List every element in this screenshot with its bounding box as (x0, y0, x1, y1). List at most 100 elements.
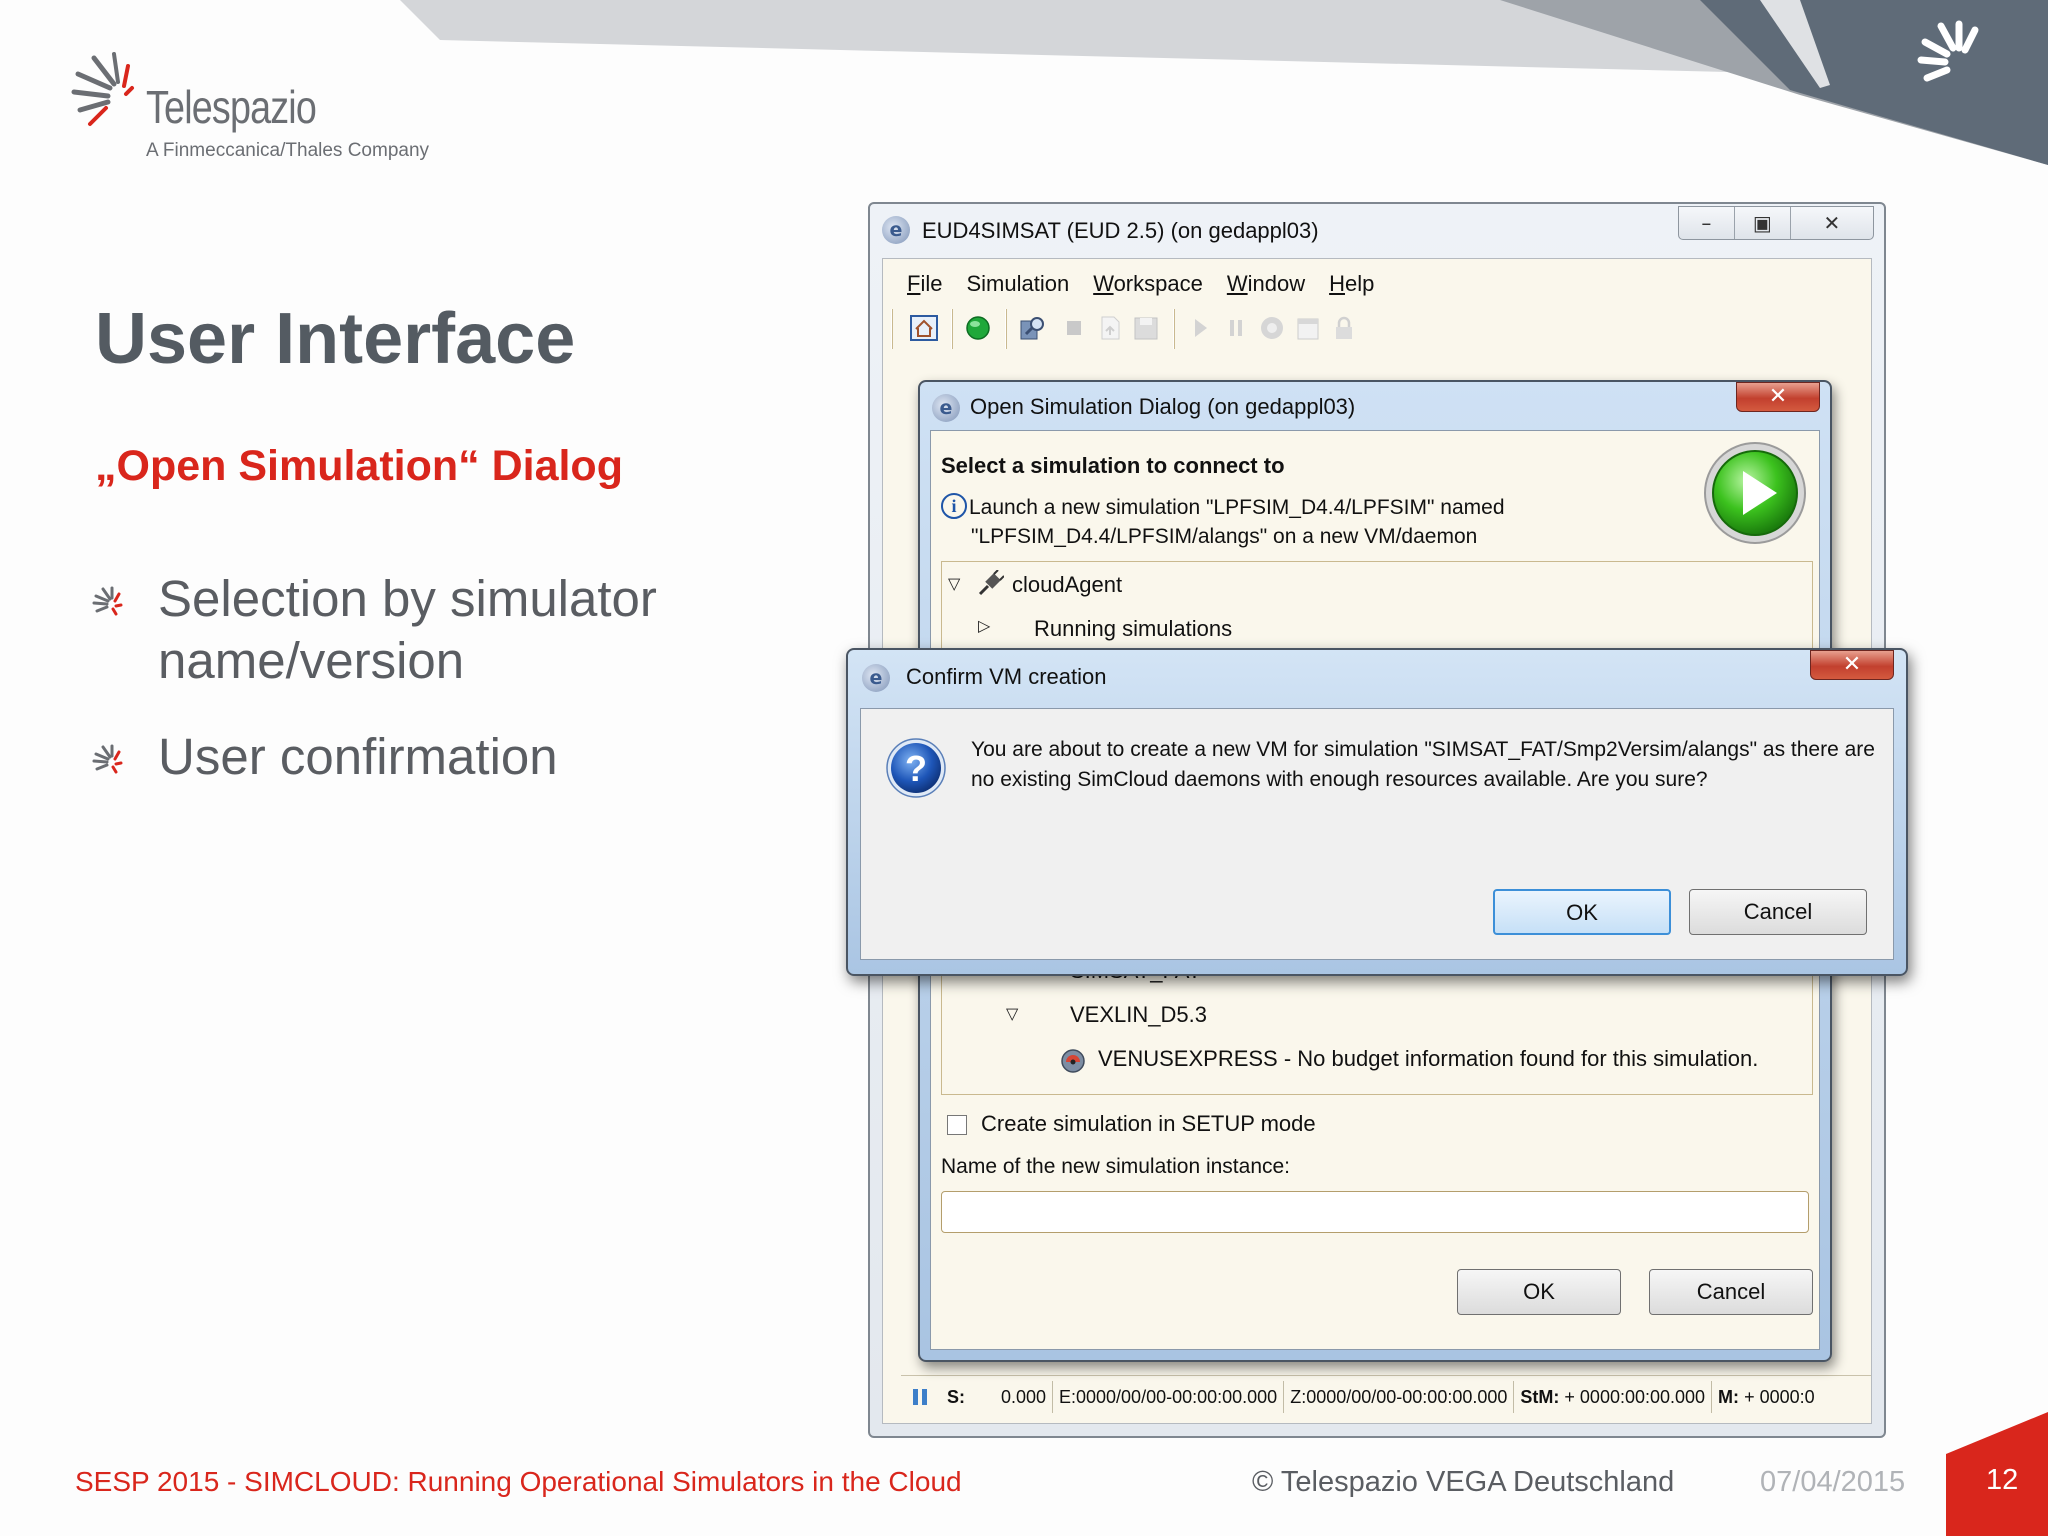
slide-title: User Interface (95, 299, 576, 379)
confirm-dialog-title: Confirm VM creation (906, 664, 1107, 689)
expand-chevron-icon[interactable]: ▽ (948, 574, 960, 593)
footer-event: SESP 2015 - SIMCLOUD: Running Operationa… (75, 1466, 962, 1497)
open-dialog-title: Open Simulation Dialog (on gedappl03) (970, 394, 1356, 419)
menu-mnemonic: W (1226, 271, 1248, 296)
open-dialog-heading: Select a simulation to connect to (941, 453, 1285, 478)
toolbar-separator (951, 309, 953, 349)
status-stm-label: StM: (1520, 1386, 1560, 1407)
tree-node-cloudagent[interactable]: cloudAgent (1012, 572, 1122, 598)
minimize-button[interactable]: – (1679, 207, 1735, 239)
toolbar (891, 307, 1871, 351)
menu-mnemonic: H (1329, 271, 1345, 296)
calendar-icon[interactable] (1293, 313, 1323, 343)
menu-label: indow (1247, 271, 1306, 296)
open-dialog-close-button[interactable]: ✕ (1736, 382, 1820, 412)
export-page-icon[interactable] (1095, 313, 1125, 343)
brand-tagline: A Finmeccanica/Thales Company (146, 140, 430, 161)
run-icon[interactable] (1185, 313, 1215, 343)
status-m-value: + 0000:0 (1744, 1386, 1815, 1407)
bullet-item: Selection by simulator name/version (92, 568, 792, 692)
status-stm-cell: StM: + 0000:00:00.000 (1514, 1380, 1713, 1413)
status-s-cell: S: 0.000 (941, 1380, 1053, 1413)
setup-mode-checkbox[interactable] (947, 1115, 967, 1135)
instance-name-label: Name of the new simulation instance: (941, 1155, 1291, 1178)
connect-green-icon[interactable] (963, 313, 993, 343)
menu-file[interactable]: File (895, 259, 954, 305)
open-dialog-ok-button[interactable]: OK (1457, 1269, 1621, 1315)
bullet-burst-icon (92, 744, 123, 774)
app-icon: e (882, 216, 910, 244)
dialog-app-icon: e (932, 394, 960, 422)
expand-chevron-icon[interactable]: ▽ (1006, 1004, 1018, 1023)
tree-node-vexlin[interactable]: VEXLIN_D5.3 (1070, 1002, 1207, 1028)
menu-label: orkspace (1113, 271, 1203, 296)
bullet-list: Selection by simulator name/version User… (92, 568, 792, 822)
question-icon: ? (886, 738, 946, 798)
setup-mode-label: Create simulation in SETUP mode (981, 1111, 1316, 1136)
tree-node-venusexpress[interactable]: VENUSEXPRESS - No budget information fou… (1098, 1046, 1758, 1072)
window-titlebar[interactable]: e EUD4SIMSAT (EUD 2.5) (on gedappl03) – … (870, 204, 1884, 254)
find-simulation-icon[interactable] (1017, 313, 1047, 343)
info-icon: i (941, 493, 967, 519)
status-m-label: M: (1718, 1386, 1740, 1407)
simulation-status-icon (1061, 1049, 1085, 1073)
confirm-dialog-close-button[interactable]: ✕ (1810, 650, 1894, 680)
lock-icon[interactable] (1329, 313, 1359, 343)
footer-date: 07/04/2015 (1760, 1466, 1906, 1498)
pause-icon[interactable] (1221, 313, 1251, 343)
status-s-label: S: (947, 1386, 965, 1407)
menu-help[interactable]: Help (1317, 259, 1386, 305)
toolbar-separator (891, 309, 893, 349)
menu-label: elp (1344, 271, 1375, 296)
confirm-dialog-message: You are about to create a new VM for sim… (971, 738, 1875, 791)
bullet-burst-icon (92, 586, 123, 616)
open-dialog-message: Launch a new simulation "LPFSIM_D4.4/LPF… (969, 493, 1709, 551)
message-line: "LPFSIM_D4.4/LPFSIM/alangs" on a new VM/… (971, 525, 1478, 548)
sim-state-pause-icon (913, 1388, 927, 1405)
menu-mnemonic: F (907, 271, 921, 296)
status-s-value: 0.000 (1000, 1386, 1046, 1407)
status-m-cell: M: + 0000:0 (1712, 1381, 1821, 1413)
menu-simulation[interactable]: Simulation (954, 259, 1081, 305)
page-number: 12 (1986, 1464, 2019, 1496)
menubar: File Simulation Workspace Window Help (883, 259, 1871, 305)
toolbar-separator (1173, 309, 1175, 349)
status-z-cell: Z:0000/00/00-00:00:00.000 (1284, 1380, 1515, 1413)
stop-icon[interactable] (1059, 313, 1089, 343)
status-bar: S: 0.000 E:0000/00/00-00:00:00.000 Z:000… (901, 1375, 1871, 1417)
window-title: EUD4SIMSAT (EUD 2.5) (on gedappl03) (922, 218, 1319, 243)
confirm-cancel-button[interactable]: Cancel (1689, 889, 1867, 935)
collapsed-chevron-icon[interactable]: ▷ (978, 616, 990, 635)
bullet-text: User confirmation (158, 728, 558, 785)
confirm-vm-dialog: e Confirm VM creation ✕ ? You are about … (846, 648, 1908, 976)
menu-mnemonic: W (1093, 271, 1114, 296)
confirm-dialog-app-icon: e (862, 664, 890, 692)
step-icon[interactable] (1257, 313, 1287, 343)
save-icon[interactable] (1131, 313, 1161, 343)
open-dialog-cancel-button[interactable]: Cancel (1649, 1269, 1813, 1315)
message-line: Launch a new simulation "LPFSIM_D4.4/LPF… (969, 496, 1505, 519)
tree-node-running-simulations[interactable]: Running simulations (1034, 616, 1232, 642)
bullet-item: User confirmation (92, 726, 792, 788)
svg-text:?: ? (905, 748, 927, 789)
telespazio-logo: Telespazio A Finmeccanica/Thales Company (70, 52, 450, 172)
launch-play-icon[interactable] (1701, 439, 1809, 547)
confirm-dialog-body: ? You are about to create a new VM for s… (860, 708, 1894, 960)
cloud-agent-plug-icon (978, 570, 1004, 596)
status-stm-value: + 0000:00:00.000 (1564, 1386, 1706, 1407)
brand-name: Telespazio (146, 81, 317, 133)
close-button[interactable]: ✕ (1791, 207, 1873, 239)
telespazio-logo-mark-icon (71, 52, 134, 126)
status-e-cell: E:0000/00/00-00:00:00.000 (1053, 1380, 1285, 1413)
home-workspace-icon[interactable] (909, 313, 939, 343)
confirm-ok-button[interactable]: OK (1493, 889, 1671, 935)
menu-label: ile (920, 271, 943, 296)
bullet-text: Selection by simulator name/version (158, 570, 657, 689)
menu-label: Simulation (966, 271, 1070, 296)
menu-workspace[interactable]: Workspace (1081, 259, 1215, 305)
footer-copyright: © Telespazio VEGA Deutschland (1252, 1466, 1675, 1498)
menu-window[interactable]: Window (1215, 259, 1317, 305)
instance-name-input[interactable] (941, 1191, 1809, 1233)
slide-subtitle: „Open Simulation“ Dialog (95, 442, 623, 490)
maximize-button[interactable]: ▣ (1735, 207, 1791, 239)
